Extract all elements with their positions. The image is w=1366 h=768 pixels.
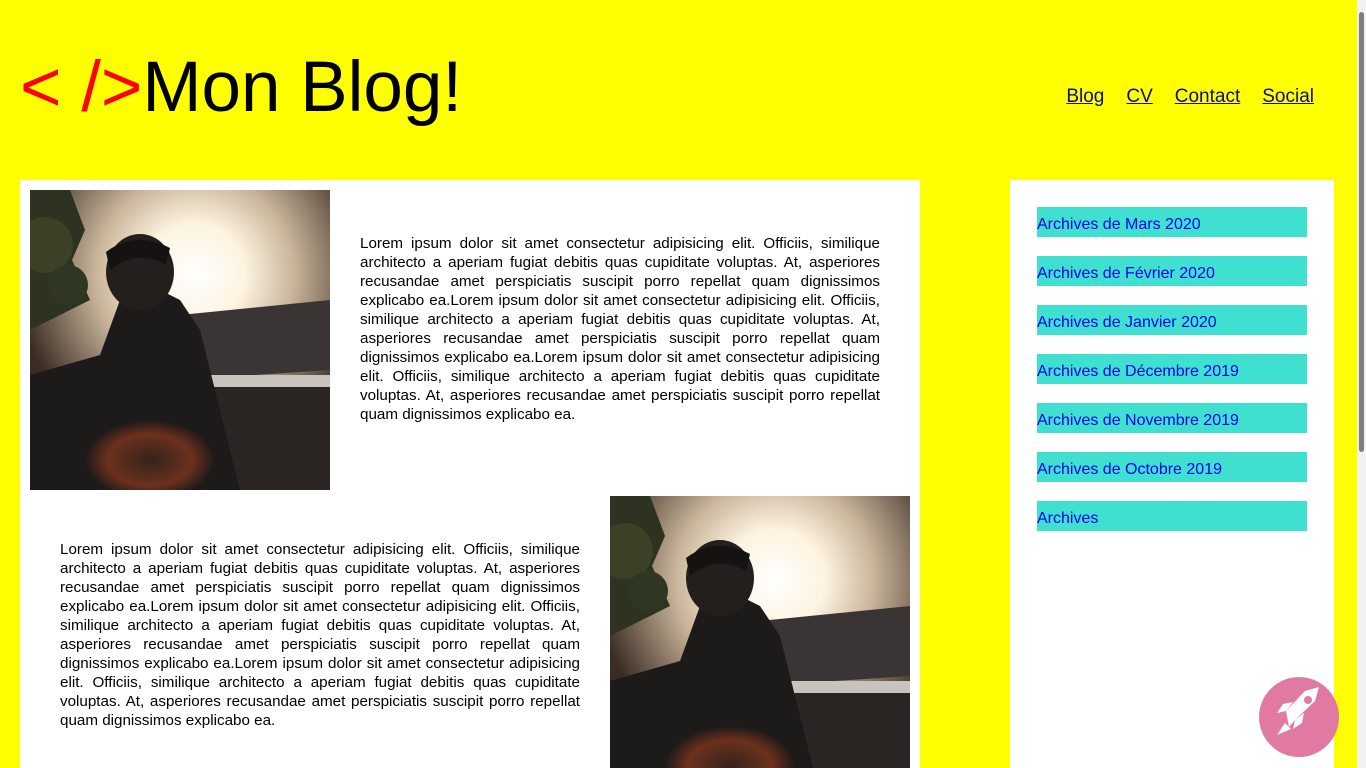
- page: < />Mon Blog! Blog CV Contact Social Lor…: [0, 0, 1366, 768]
- post-text: Lorem ipsum dolor sit amet consectetur a…: [60, 541, 580, 729]
- site-title: Mon Blog!: [142, 48, 463, 127]
- main-nav: Blog CV Contact Social: [1066, 86, 1314, 108]
- nav-link-cv[interactable]: CV: [1126, 86, 1152, 108]
- archive-item: Archives de Janvier 2020: [1037, 305, 1307, 335]
- archive-link-janvier-2020[interactable]: Archives de Janvier 2020: [1037, 305, 1307, 332]
- archive-item: Archives: [1037, 501, 1307, 531]
- archive-link-novembre-2019[interactable]: Archives de Novembre 2019: [1037, 403, 1307, 430]
- nav-link-contact[interactable]: Contact: [1175, 86, 1240, 108]
- archive-item: Archives de Octobre 2019: [1037, 452, 1307, 482]
- post-text: Lorem ipsum dolor sit amet consectetur a…: [360, 235, 880, 423]
- archive-link-octobre-2019[interactable]: Archives de Octobre 2019: [1037, 452, 1307, 479]
- nav-link-blog[interactable]: Blog: [1066, 86, 1104, 108]
- post-image: [610, 496, 910, 768]
- archive-item: Archives de Mars 2020: [1037, 207, 1307, 237]
- archive-link-fevrier-2020[interactable]: Archives de Février 2020: [1037, 256, 1307, 283]
- site-logo[interactable]: < />Mon Blog!: [20, 52, 462, 123]
- archive-item: Archives de Décembre 2019: [1037, 354, 1307, 384]
- backlit-person-photo: [30, 190, 330, 490]
- page-scrollbar[interactable]: [1357, 0, 1366, 768]
- rocket-icon: [1277, 687, 1319, 735]
- archive-link-all[interactable]: Archives: [1037, 501, 1307, 528]
- scrollbar-thumb[interactable]: [1359, 12, 1364, 452]
- floating-action-button[interactable]: [1259, 677, 1339, 757]
- archive-item: Archives de Février 2020: [1037, 256, 1307, 286]
- post-image: [30, 190, 330, 490]
- archive-link-decembre-2019[interactable]: Archives de Décembre 2019: [1037, 354, 1307, 381]
- main-content: Lorem ipsum dolor sit amet consectetur a…: [20, 180, 920, 768]
- archive-item: Archives de Novembre 2019: [1037, 403, 1307, 433]
- nav-link-social[interactable]: Social: [1262, 86, 1314, 108]
- logo-code-brackets: < />: [20, 48, 143, 127]
- backlit-person-photo: [610, 496, 910, 768]
- archive-link-mars-2020[interactable]: Archives de Mars 2020: [1037, 207, 1307, 234]
- archives-list: Archives de Mars 2020 Archives de Févrie…: [1037, 207, 1307, 550]
